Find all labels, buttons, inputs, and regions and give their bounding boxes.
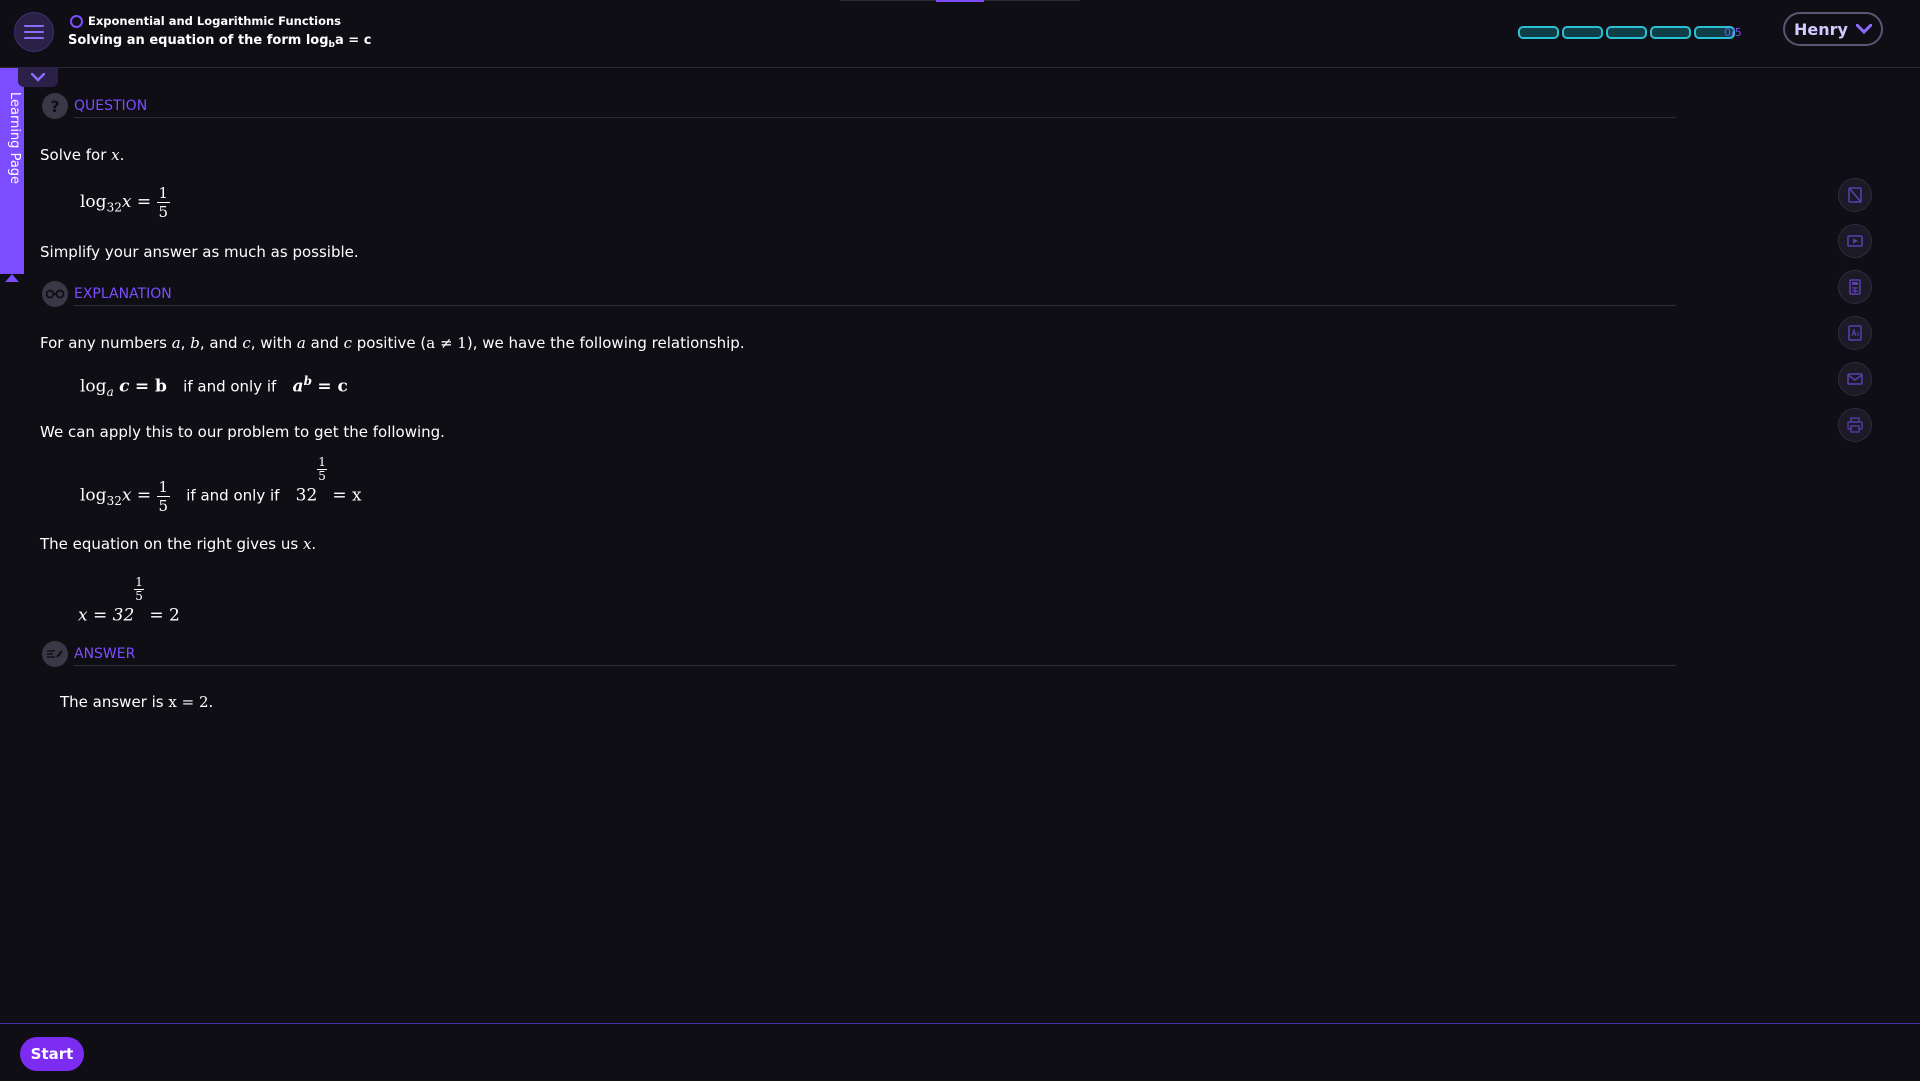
- calculator-off-icon: [1848, 187, 1862, 203]
- start-button[interactable]: Start: [20, 1037, 84, 1071]
- answer-text: The answer is x = 2.: [60, 693, 214, 711]
- progress-segment: [1562, 26, 1603, 39]
- explanation-heading: EXPLANATION: [74, 286, 172, 302]
- progress-segment: [1650, 26, 1691, 39]
- video-icon: [1847, 235, 1863, 247]
- top-bar: Exponential and Logarithmic Functions So…: [0, 0, 1920, 68]
- progress-bar: [1518, 26, 1735, 39]
- glasses-icon: [42, 281, 68, 307]
- tab-notch: [0, 274, 24, 288]
- glossary-button[interactable]: [1838, 316, 1872, 350]
- question-heading: QUESTION: [74, 98, 148, 114]
- explanation-apply-text: We can apply this to our problem to get …: [40, 423, 445, 441]
- calculator-button[interactable]: [1838, 270, 1872, 304]
- question-header: ? QUESTION: [40, 93, 1676, 121]
- answer-heading: ANSWER: [74, 646, 136, 662]
- menu-button[interactable]: [14, 12, 54, 52]
- user-menu-button[interactable]: Henry: [1783, 12, 1883, 46]
- learning-page-label: Learning Page: [7, 92, 22, 185]
- calculator-off-button[interactable]: [1838, 178, 1872, 212]
- divider: [74, 665, 1676, 666]
- footer-bar: Start: [0, 1023, 1920, 1081]
- question-instruction: Simplify your answer as much as possible…: [40, 243, 359, 261]
- divider: [74, 117, 1676, 118]
- print-button[interactable]: [1838, 408, 1872, 442]
- question-equation: log32x = 15: [80, 184, 171, 221]
- explanation-intro: For any numbers a, b, and c, with a and …: [40, 334, 745, 352]
- log-rule-equation: loga c = b if and only if ab = c: [80, 374, 348, 400]
- video-button[interactable]: [1838, 224, 1872, 258]
- progress-count: 0/5: [1724, 26, 1742, 39]
- mail-icon: [1847, 373, 1863, 385]
- answer-header: ANSWER: [40, 641, 1676, 669]
- result-equation: x = 32 1 5 = 2: [78, 575, 180, 626]
- progress-segment: [1518, 26, 1559, 39]
- question-icon: ?: [42, 93, 68, 119]
- progress-segment: [1606, 26, 1647, 39]
- chevron-down-icon: [31, 72, 45, 82]
- print-icon: [1847, 417, 1863, 433]
- hamburger-icon: [24, 25, 44, 39]
- lesson-title: Solving an equation of the form logba = …: [68, 33, 372, 50]
- applied-equation: log32x = 15 if and only if 32 1 5 = x: [80, 455, 362, 515]
- topic-status-icon: [70, 15, 83, 28]
- calculator-icon: [1849, 279, 1861, 295]
- topic-title: Exponential and Logarithmic Functions: [88, 14, 342, 28]
- answer-icon: [42, 641, 68, 667]
- glossary-icon: [1848, 325, 1862, 341]
- collapse-button[interactable]: [18, 67, 58, 87]
- explanation-conclusion-text: The equation on the right gives us x.: [40, 535, 317, 553]
- explanation-header: EXPLANATION: [40, 281, 1676, 309]
- chevron-down-icon: [1855, 24, 1872, 34]
- question-prompt: Solve for x.: [40, 146, 125, 164]
- mail-button[interactable]: [1838, 362, 1872, 396]
- user-name: Henry: [1794, 19, 1848, 39]
- top-divider-active: [936, 0, 984, 2]
- divider: [74, 305, 1676, 306]
